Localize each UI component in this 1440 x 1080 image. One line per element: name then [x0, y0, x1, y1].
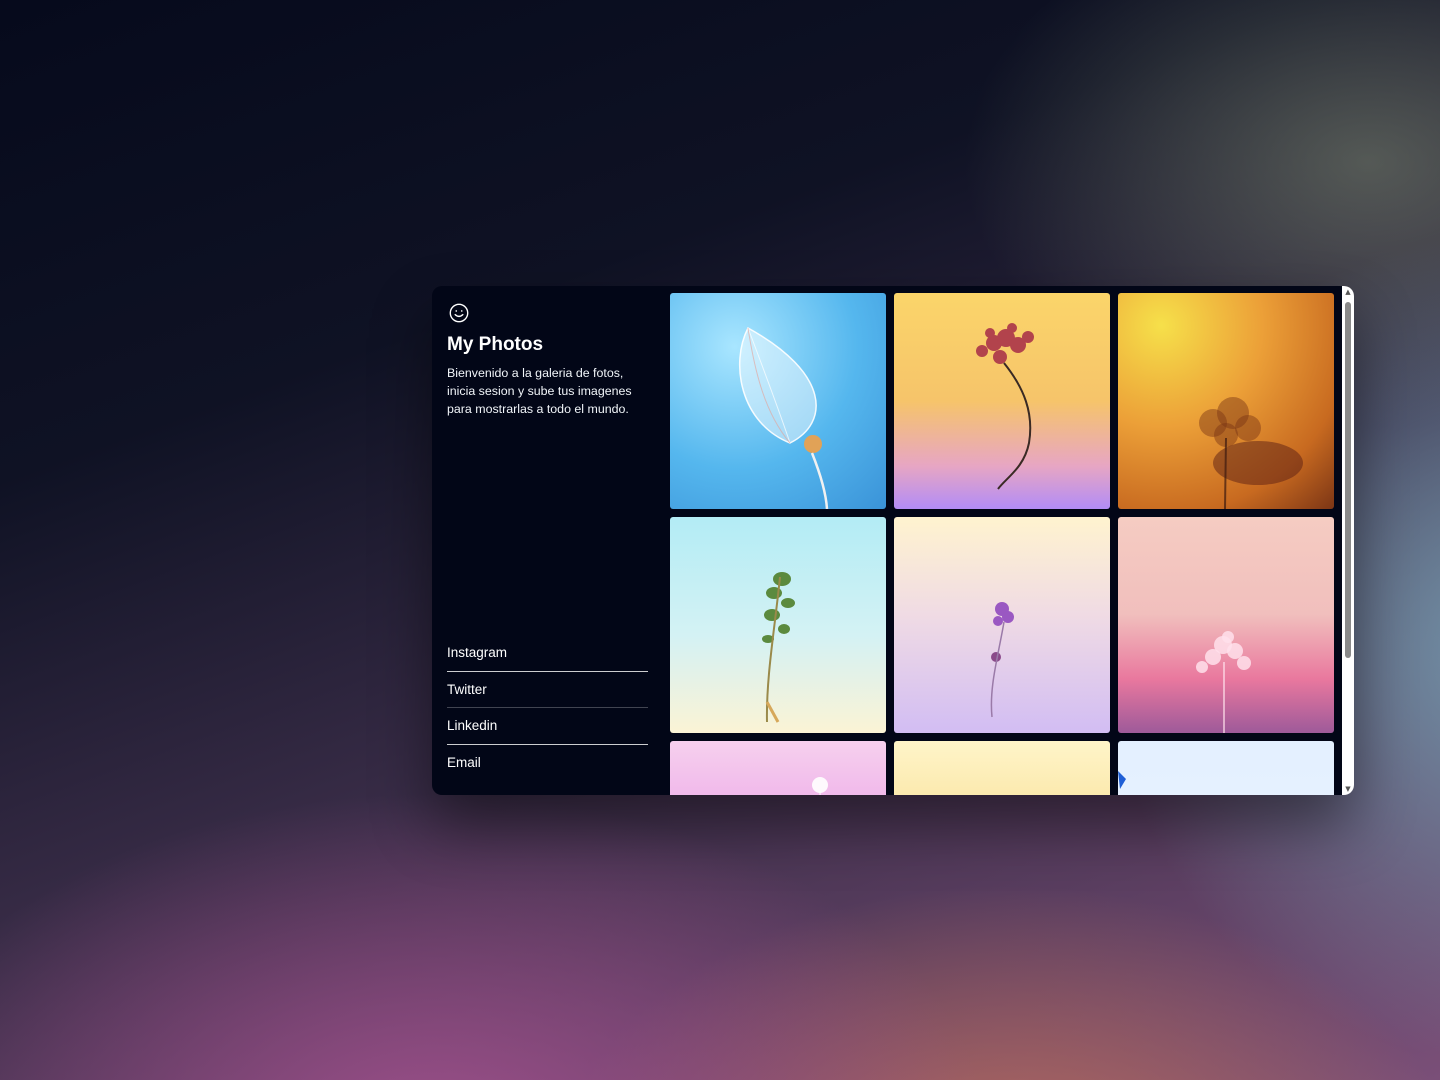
twitter-link[interactable]: Twitter: [447, 672, 648, 708]
pink-plant-image: [1196, 631, 1251, 733]
instagram-link[interactable]: Instagram: [447, 635, 648, 672]
scroll-down-arrow-icon[interactable]: ▼: [1342, 783, 1354, 795]
photo-tile[interactable]: [894, 517, 1110, 733]
welcome-description: Bienvenido a la galeria de fotos, inicia…: [447, 366, 632, 416]
fern-flower-image: [976, 323, 1034, 490]
photo-tile[interactable]: [894, 293, 1110, 509]
photo-tile[interactable]: [894, 741, 1110, 795]
page-title: My Photos: [447, 334, 544, 355]
plant-silhouette-image: [1199, 397, 1303, 509]
photo-tile[interactable]: [1118, 741, 1334, 795]
green-sprig-image: [762, 572, 795, 723]
pink-flower-image: [812, 777, 828, 795]
scroll-up-arrow-icon[interactable]: ▲: [1342, 286, 1354, 298]
photo-tile[interactable]: [670, 293, 886, 509]
photo-tile[interactable]: [1118, 293, 1334, 509]
photo-grid: [670, 293, 1354, 795]
linkedin-link[interactable]: Linkedin: [447, 708, 648, 745]
photo-gallery: [670, 286, 1354, 795]
email-link[interactable]: Email: [447, 745, 648, 782]
seed-pod-image: [738, 326, 829, 509]
scroll-thumb[interactable]: [1345, 302, 1351, 658]
smile-icon[interactable]: [448, 302, 470, 324]
sidebar: My Photos Bienvenido a la galeria de fot…: [432, 286, 670, 795]
photo-tile[interactable]: [1118, 517, 1334, 733]
app-window: My Photos Bienvenido a la galeria de fot…: [432, 286, 1354, 795]
blue-sky-image: [1118, 771, 1126, 789]
social-links: Instagram Twitter Linkedin Email: [447, 635, 654, 781]
gallery-scrollbar[interactable]: ▲ ▼: [1342, 286, 1354, 795]
photo-tile[interactable]: [670, 741, 886, 795]
purple-flower-image: [990, 602, 1014, 718]
photo-tile[interactable]: [670, 517, 886, 733]
